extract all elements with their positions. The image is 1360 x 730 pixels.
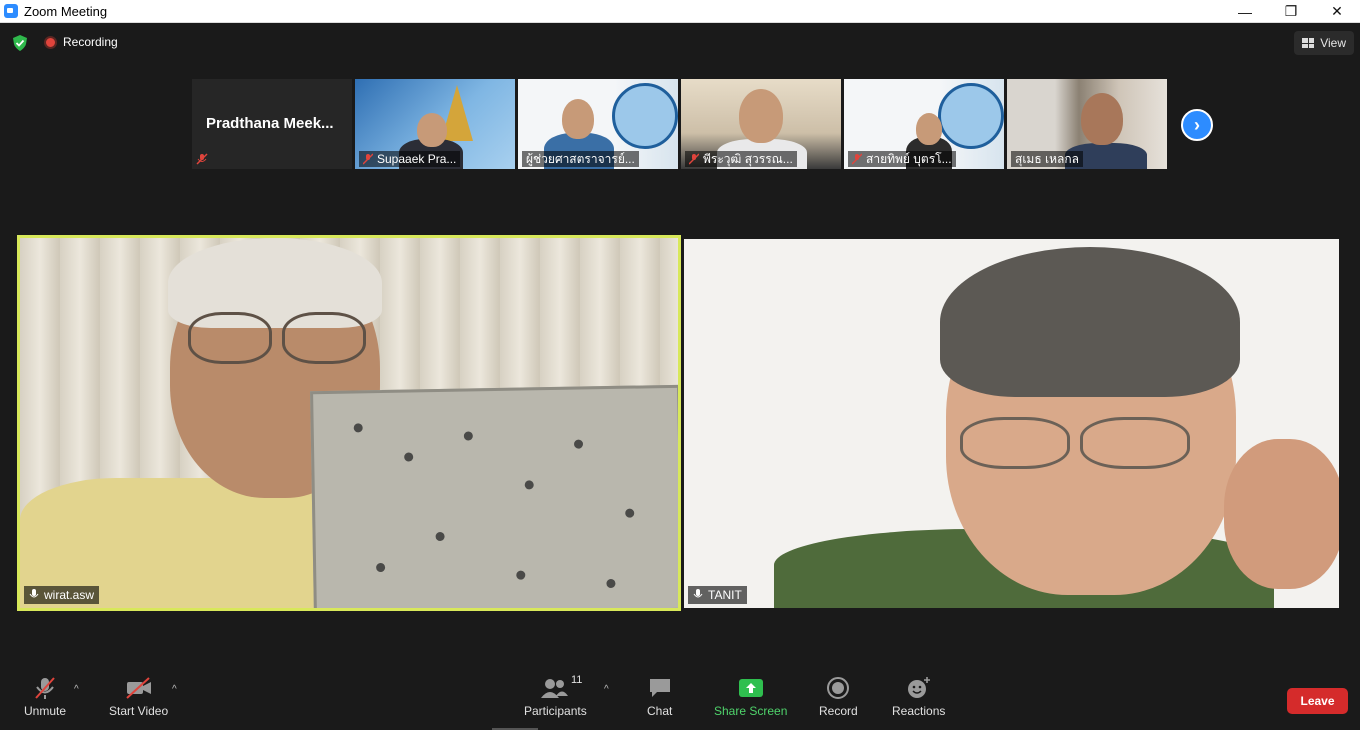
mic-icon <box>29 589 39 598</box>
participant-name-tag: Supaaek Pra... <box>359 151 461 167</box>
share-screen-icon <box>738 679 763 697</box>
circuit-board <box>310 384 678 608</box>
eyeglasses <box>188 312 272 364</box>
participant-thumbnail[interactable]: สายทิพย์ บุตรโ... <box>844 79 1004 169</box>
next-page-arrow-icon[interactable]: › <box>1181 109 1213 141</box>
participant-name-tag: ผู้ช่วยศาสตราจารย์... <box>522 151 639 167</box>
board-component <box>435 531 445 542</box>
board-component <box>376 562 386 573</box>
meeting-toolbar: Unmute ^ Start Video ^ Participants 11 ^… <box>0 666 1360 730</box>
participant-name: สายทิพย์ บุตรโ... <box>866 151 952 166</box>
meeting-area: Recording View Pradthana Meek... Supaaek… <box>0 23 1360 730</box>
participant-name: พีระวุฒิ สุวรรณ... <box>703 151 793 166</box>
eyeglasses <box>960 417 1070 469</box>
participants-label: Participants <box>524 704 587 718</box>
participant-thumbnail[interactable]: Pradthana Meek... <box>192 79 352 169</box>
zoom-app-icon <box>4 4 18 18</box>
eyeglasses <box>1080 417 1190 469</box>
participant-name-tag: พีระวุฒิ สุวรรณ... <box>685 151 797 167</box>
board-component <box>353 423 363 433</box>
board-component <box>573 439 584 449</box>
participant-thumbnail[interactable]: ผู้ช่วยศาสตราจารย์... <box>518 79 678 169</box>
share-screen-label: Share Screen <box>714 704 788 718</box>
mic-icon <box>693 589 703 598</box>
participant-name-large: Pradthana Meek... <box>206 115 334 132</box>
board-component <box>625 508 635 518</box>
participant-name: ผู้ช่วยศาสตราจารย์... <box>526 151 635 166</box>
leave-button[interactable]: Leave <box>1287 688 1348 714</box>
participant-name-tag: สุเมธ เหลกล <box>1011 151 1083 167</box>
audio-options-caret-icon[interactable]: ^ <box>74 684 79 695</box>
start-video-button[interactable]: Start Video <box>109 676 168 718</box>
participant-thumbnail[interactable]: Supaaek Pra... <box>355 79 515 169</box>
chat-button[interactable]: Chat <box>647 676 672 718</box>
reactions-label: Reactions <box>892 704 946 718</box>
unmute-label: Unmute <box>24 704 67 718</box>
muted-mic-icon <box>852 153 862 165</box>
participant-face <box>916 113 942 145</box>
recording-dot-icon <box>44 35 57 49</box>
participants-icon <box>541 679 569 698</box>
minimize-button[interactable]: — <box>1222 0 1268 23</box>
video-options-caret-icon[interactable]: ^ <box>172 684 177 695</box>
participant-name: TANIT <box>708 588 742 602</box>
participant-name-tag: TANIT <box>688 586 747 604</box>
record-label: Record <box>819 704 858 718</box>
window-controls: — ❐ ✕ <box>1222 0 1360 23</box>
video-tile-active-speaker[interactable]: wirat.asw <box>17 235 681 611</box>
board-component <box>516 570 526 580</box>
board-component <box>404 452 414 462</box>
unmute-button[interactable]: Unmute <box>24 676 66 718</box>
participant-thumbnail[interactable]: สุเมธ เหลกล <box>1007 79 1167 169</box>
record-button[interactable]: Record <box>819 676 858 718</box>
eyeglasses <box>282 312 366 364</box>
close-button[interactable]: ✕ <box>1314 0 1360 23</box>
board-component <box>606 578 616 589</box>
participant-hair <box>940 247 1240 397</box>
board-component <box>524 480 534 490</box>
participant-name-tag: wirat.asw <box>24 586 100 604</box>
participant-name: Supaaek Pra... <box>377 152 457 166</box>
video-tile[interactable]: TANIT <box>684 239 1339 608</box>
chat-icon <box>649 679 670 697</box>
window-titlebar: Zoom Meeting — ❐ ✕ <box>0 0 1360 23</box>
participant-face <box>562 99 594 139</box>
participant-hand <box>1224 439 1339 589</box>
muted-mic-icon <box>363 153 373 165</box>
grid-view-icon <box>1302 38 1315 48</box>
recording-label: Recording <box>63 35 118 49</box>
recording-indicator[interactable]: Recording <box>44 35 118 49</box>
participant-face <box>1081 93 1123 145</box>
share-screen-button[interactable]: Share Screen <box>714 676 787 718</box>
shield-check-icon[interactable] <box>12 35 28 51</box>
participant-name: สุเมธ เหลกล <box>1015 151 1079 166</box>
participant-face <box>739 89 783 143</box>
video-off-icon <box>125 677 151 699</box>
participants-count: 11 <box>571 674 583 686</box>
muted-mic-icon <box>35 677 55 699</box>
background-logo-graphic <box>612 83 678 149</box>
muted-mic-icon <box>196 153 208 165</box>
background-logo-graphic <box>938 83 1004 149</box>
reactions-button[interactable]: Reactions <box>892 676 945 718</box>
view-label: View <box>1320 36 1346 50</box>
meeting-topbar: Recording View <box>0 23 1360 63</box>
participant-thumbnail-strip: Pradthana Meek... Supaaek Pra... ผู้ช่วย… <box>192 79 1167 169</box>
participant-face <box>417 113 447 147</box>
restore-button[interactable]: ❐ <box>1268 0 1314 23</box>
board-component <box>463 431 473 441</box>
start-video-label: Start Video <box>109 704 169 718</box>
record-icon <box>827 677 850 699</box>
window-title: Zoom Meeting <box>24 3 108 19</box>
participant-thumbnail[interactable]: พีระวุฒิ สุวรรณ... <box>681 79 841 169</box>
reactions-smiley-icon <box>907 677 930 698</box>
participant-name-tag: สายทิพย์ บุตรโ... <box>848 151 956 167</box>
muted-mic-icon <box>689 153 699 165</box>
participants-options-caret-icon[interactable]: ^ <box>604 684 609 695</box>
chat-label: Chat <box>647 704 673 718</box>
view-button[interactable]: View <box>1294 31 1354 55</box>
participant-name: wirat.asw <box>44 588 95 602</box>
